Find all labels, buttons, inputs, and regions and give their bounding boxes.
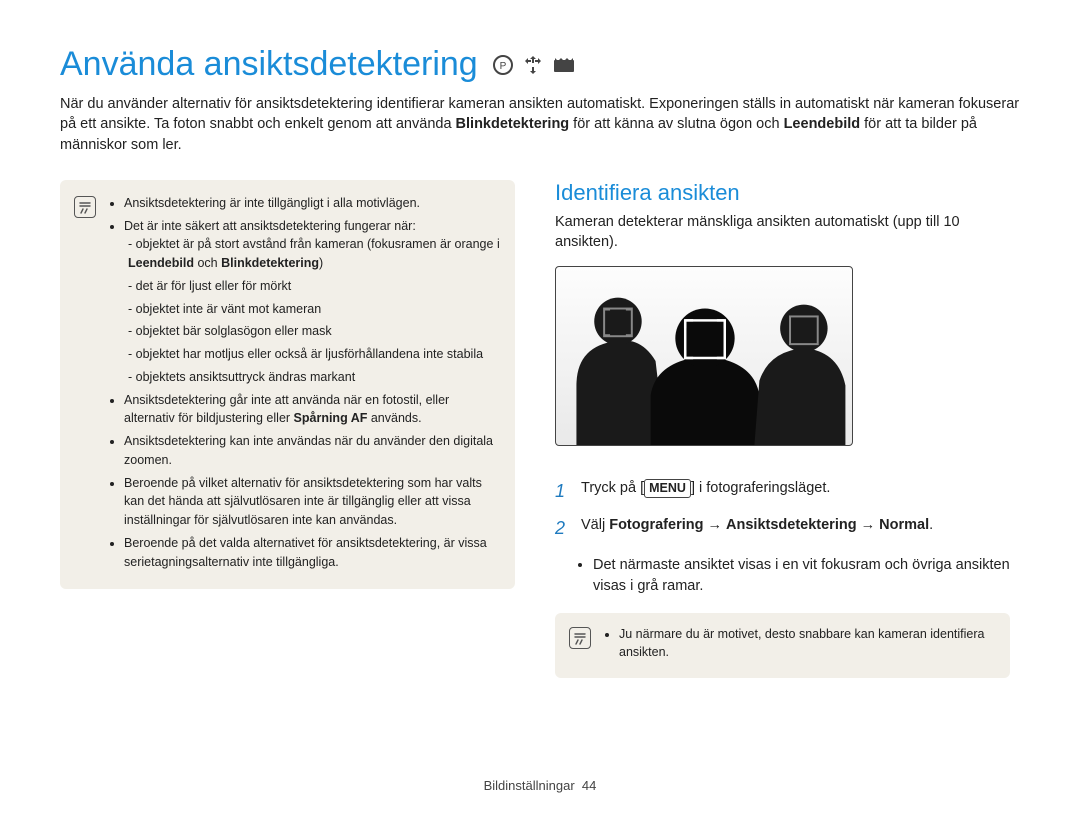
note1-item-3: Ansiktsdetektering går inte att använda …: [124, 391, 501, 429]
mode-icons: P: [492, 54, 576, 76]
note1-item-1: Ansiktsdetektering är inte tillgängligt …: [124, 194, 501, 213]
note1-sub-6: objektets ansiktsuttryck ändras markant: [128, 368, 501, 387]
note1-item-5: Beroende på vilket alternativ för ansikt…: [124, 474, 501, 530]
step-2-text: Välj Fotografering → Ansiktsdetektering …: [581, 515, 1010, 541]
note-box-right: Ju närmare du är motivet, desto snabbare…: [555, 613, 1010, 679]
example-figure: [555, 266, 853, 446]
note1-sub-3: objektet inte är vänt mot kameran: [128, 300, 501, 319]
step-2: 2 Välj Fotografering → Ansiktsdetekterin…: [555, 515, 1010, 541]
note1-item-4: Ansiktsdetektering kan inte användas när…: [124, 432, 501, 470]
note1-item-6: Beroende på det valda alternativet för a…: [124, 534, 501, 572]
dual-is-mode-icon: [522, 54, 544, 76]
note-icon: [569, 627, 591, 649]
note1-sub-5: objektet har motljus eller också är ljus…: [128, 345, 501, 364]
step-2-number: 2: [555, 515, 569, 541]
note1-sub-4: objektet bär solglasögon eller mask: [128, 322, 501, 341]
note2-text: Ju närmare du är motivet, desto snabbare…: [619, 625, 996, 663]
step-1-text: Tryck på [MENU] i fotograferingsläget.: [581, 478, 1010, 504]
title-text: Använda ansiktsdetektering: [60, 45, 478, 84]
svg-text:P: P: [499, 61, 506, 72]
page-title: Använda ansiktsdetektering P: [60, 45, 1020, 84]
steps-list: 1 Tryck på [MENU] i fotograferingsläget.…: [555, 478, 1010, 540]
note1-sub-1: objektet är på stort avstånd från kamera…: [128, 235, 501, 273]
movie-mode-icon: [552, 54, 576, 76]
note-icon: [74, 196, 96, 218]
note-content-right: Ju närmare du är motivet, desto snabbare…: [603, 625, 996, 667]
intro-bold-2: Leendebild: [784, 116, 861, 132]
step-1-number: 1: [555, 478, 569, 504]
note1-sub-2: det är för ljust eller för mörkt: [128, 277, 501, 296]
note1-item-2: Det är inte säkert att ansiktsdetekterin…: [124, 217, 501, 387]
menu-button-label: MENU: [644, 479, 691, 497]
intro-bold-1: Blinkdetektering: [456, 116, 570, 132]
step-2-sub: Det närmaste ansiktet visas i en vit fok…: [593, 555, 1010, 597]
program-mode-icon: P: [492, 54, 514, 76]
section-text: Kameran detekterar mänskliga ansikten au…: [555, 212, 1010, 253]
section-heading: Identifiera ansikten: [555, 180, 1010, 206]
note-content-left: Ansiktsdetektering är inte tillgängligt …: [108, 194, 501, 576]
intro-paragraph: När du använder alternativ för ansiktsde…: [60, 94, 1020, 155]
intro-text-2: för att känna av slutna ögon och: [569, 116, 783, 132]
footer-section: Bildinställningar: [484, 778, 575, 793]
note-box-left: Ansiktsdetektering är inte tillgängligt …: [60, 180, 515, 590]
footer-page-number: 44: [582, 778, 596, 793]
step-2-sub-text: Det närmaste ansiktet visas i en vit fok…: [593, 555, 1010, 597]
page-footer: Bildinställningar 44: [0, 778, 1080, 793]
step-1: 1 Tryck på [MENU] i fotograferingsläget.: [555, 478, 1010, 504]
